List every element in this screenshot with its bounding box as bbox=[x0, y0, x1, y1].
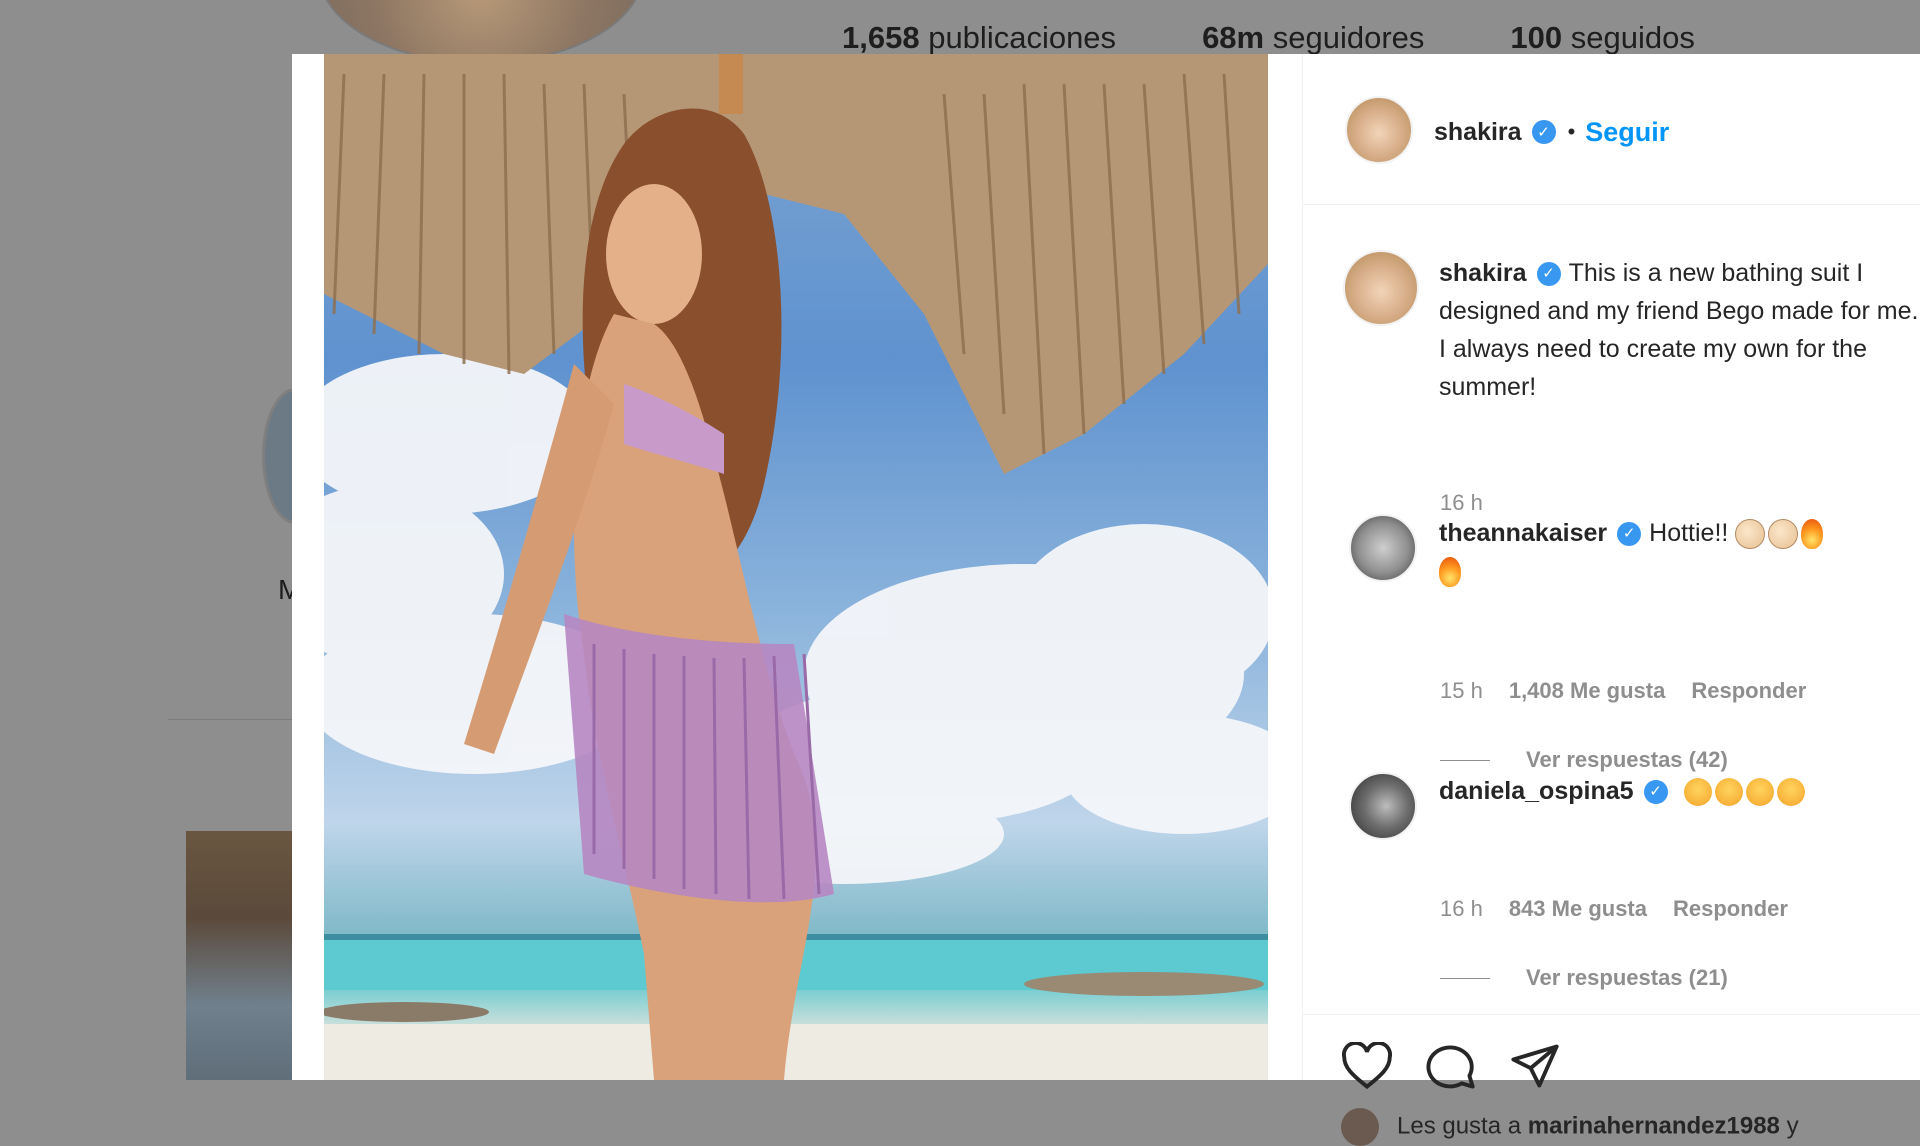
post-actions bbox=[1341, 1042, 1561, 1090]
comment-likes[interactable]: 843 Me gusta bbox=[1509, 896, 1647, 922]
replies-line bbox=[1440, 977, 1490, 979]
author-row: shakira ✓ • Seguir bbox=[1434, 112, 1669, 152]
comment-username[interactable]: theannakaiser bbox=[1439, 519, 1607, 547]
separator-dot: • bbox=[1567, 119, 1576, 144]
profile-divider bbox=[168, 719, 292, 720]
view-replies[interactable]: Ver respuestas (42) bbox=[1440, 747, 1728, 773]
grid-thumbnail bbox=[186, 831, 293, 1080]
author-username[interactable]: shakira bbox=[1434, 118, 1522, 147]
verified-check-icon: ✓ bbox=[1531, 120, 1556, 144]
smiling-face-with-hearts-emoji bbox=[1684, 778, 1713, 807]
comment-avatar[interactable] bbox=[1349, 514, 1417, 582]
follow-button[interactable]: Seguir bbox=[1585, 117, 1669, 148]
comment-time: 16 h bbox=[1440, 896, 1483, 921]
author-avatar[interactable] bbox=[1345, 96, 1413, 164]
post-photo-illustration bbox=[324, 54, 1268, 1080]
post-modal: shakira ✓ • Seguir shakira ✓ This is a new… bbox=[292, 54, 1920, 1146]
clapping-hands-emoji bbox=[1735, 519, 1766, 550]
comment-likes[interactable]: 1,408 Me gusta bbox=[1509, 678, 1666, 704]
heart-icon[interactable] bbox=[1341, 1042, 1393, 1090]
comment-time: 15 h bbox=[1440, 678, 1483, 703]
reply-button[interactable]: Responder bbox=[1691, 678, 1806, 704]
post-details-panel: shakira ✓ • Seguir shakira ✓ This is a new… bbox=[1302, 54, 1920, 1146]
actions-divider bbox=[1303, 1014, 1920, 1015]
caption-username[interactable]: shakira bbox=[1439, 259, 1527, 287]
liked-by-suffix: y bbox=[1786, 1112, 1799, 1140]
reply-button[interactable]: Responder bbox=[1673, 896, 1788, 922]
comment-avatar[interactable] bbox=[1349, 772, 1417, 840]
comment-meta: 15 h 1,408 Me gusta Responder bbox=[1440, 678, 1806, 704]
view-replies-label[interactable]: Ver respuestas (42) bbox=[1526, 747, 1728, 773]
comment-item: theannakaiser ✓ Hottie!! bbox=[1439, 514, 1909, 590]
comment-item: daniela_ospina5 ✓ bbox=[1439, 772, 1909, 810]
liked-by-user[interactable]: marinahernandez1988 bbox=[1528, 1112, 1780, 1139]
smiling-face-with-hearts-emoji bbox=[1746, 778, 1775, 807]
liked-by-prefix: Les gusta a bbox=[1397, 1112, 1522, 1140]
post-header: shakira ✓ • Seguir bbox=[1303, 54, 1920, 205]
stat-posts: 1,658 publicaciones bbox=[842, 20, 1117, 55]
liked-by-avatar[interactable] bbox=[1341, 1108, 1379, 1146]
stat-followers: 68m seguidores bbox=[1202, 20, 1425, 55]
share-icon[interactable] bbox=[1509, 1042, 1561, 1090]
fire-emoji bbox=[1801, 519, 1824, 550]
post-caption: shakira ✓ This is a new bathing suit I des… bbox=[1439, 254, 1919, 406]
comment-icon[interactable] bbox=[1425, 1042, 1477, 1090]
stat-following: 100 seguidos bbox=[1510, 20, 1695, 55]
caption-author-avatar[interactable] bbox=[1343, 250, 1419, 326]
verified-check-icon: ✓ bbox=[1536, 262, 1561, 287]
clapping-hands-emoji bbox=[1768, 519, 1799, 550]
liked-by-line: Les gusta a marinahernandez1988 y bbox=[1341, 1108, 1799, 1146]
view-replies[interactable]: Ver respuestas (21) bbox=[1440, 965, 1728, 991]
view-replies-label[interactable]: Ver respuestas (21) bbox=[1526, 965, 1728, 991]
replies-line bbox=[1440, 759, 1490, 761]
verified-check-icon: ✓ bbox=[1617, 522, 1642, 547]
post-photo bbox=[324, 54, 1268, 1080]
fire-emoji bbox=[1439, 557, 1461, 588]
comment-meta: 16 h 843 Me gusta Responder bbox=[1440, 896, 1788, 922]
smiling-face-with-hearts-emoji bbox=[1715, 778, 1744, 807]
smiling-face-with-hearts-emoji bbox=[1777, 778, 1806, 807]
comment-text: Hottie!! bbox=[1649, 519, 1729, 547]
comment-username[interactable]: daniela_ospina5 bbox=[1439, 777, 1634, 805]
profile-stats: 1,658 publicaciones 68m seguidores 100 s… bbox=[842, 20, 1695, 56]
verified-check-icon: ✓ bbox=[1643, 780, 1668, 805]
caption-timestamp: 16 h bbox=[1440, 490, 1483, 515]
